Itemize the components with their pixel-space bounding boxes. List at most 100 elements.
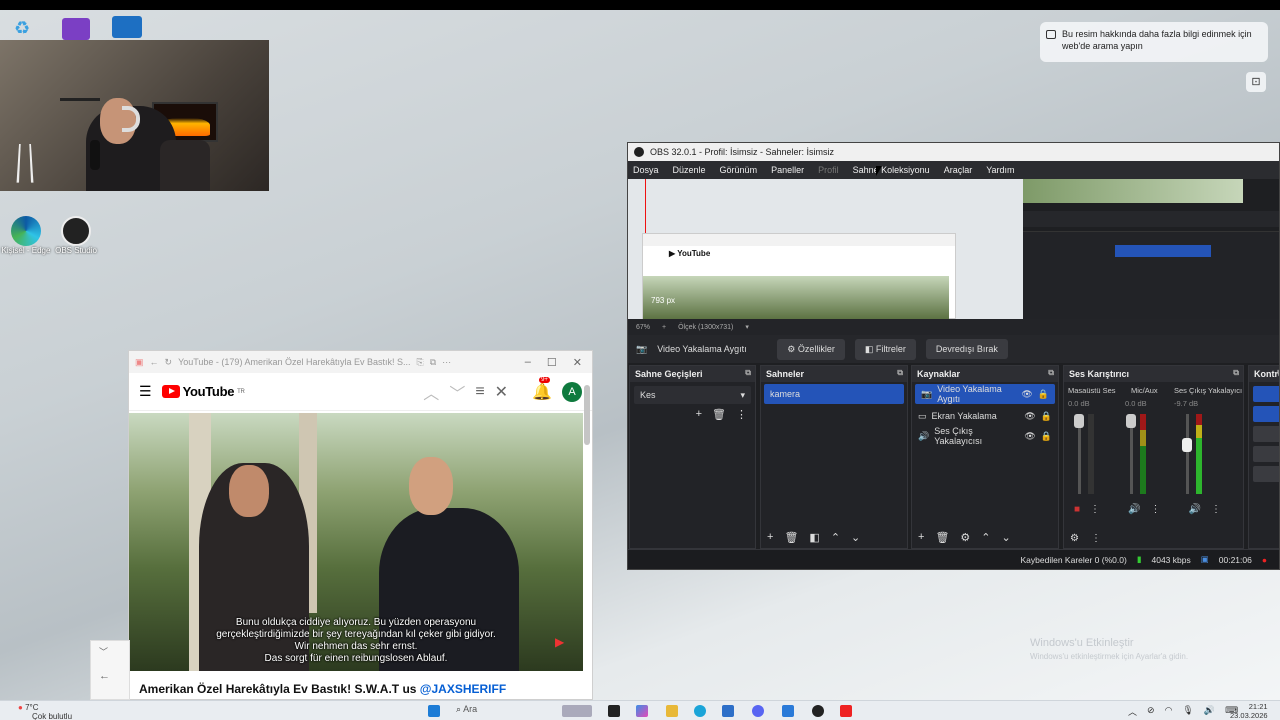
filter-icon[interactable]: ≡	[475, 383, 484, 401]
menu-profile[interactable]: Profil	[818, 165, 839, 175]
zoom-in-icon[interactable]: +	[662, 324, 666, 331]
notifications-icon[interactable]: 🔔 9+	[532, 376, 552, 402]
menu-view[interactable]: Görünüm	[720, 165, 758, 175]
volume-slider-knob[interactable]	[1182, 438, 1192, 452]
source-item[interactable]: 📷 Video Yakalama Aygıtı 👁 🔒	[915, 384, 1055, 404]
trash-icon[interactable]: 🗑	[784, 531, 798, 544]
filter-icon[interactable]: ◧	[809, 531, 819, 544]
copy-icon[interactable]: ⧉	[430, 357, 436, 368]
add-icon[interactable]: +	[767, 531, 773, 544]
studio-mode-button[interactable]	[1253, 446, 1279, 462]
virtual-camera-button[interactable]	[1253, 426, 1279, 442]
start-streaming-button[interactable]	[1253, 386, 1279, 402]
network-icon[interactable]: ⊘	[1147, 705, 1155, 718]
chevron-down-icon[interactable]: ﹀	[91, 641, 129, 662]
file-explorer-icon[interactable]	[666, 705, 678, 717]
eye-icon[interactable]: 👁	[1021, 389, 1032, 400]
recycle-bin-icon[interactable]: ♻	[14, 18, 36, 40]
close-icon[interactable]: ✕	[573, 356, 582, 369]
edge-icon[interactable]	[694, 705, 706, 717]
gear-icon[interactable]: ⚙	[1070, 533, 1079, 544]
deactivate-button[interactable]: Devredışı Bırak	[925, 339, 1008, 359]
remote-desktop-icon[interactable]	[782, 705, 794, 717]
source-item[interactable]: 🔊 Ses Çıkış Yakalayıcısı 👁 🔒	[912, 426, 1058, 446]
obs-preview[interactable]: ▶ YouTube 793 px	[628, 179, 1279, 320]
move-down-icon[interactable]: ⌄	[1002, 531, 1011, 544]
menu-scene-collection[interactable]: Sahne Koleksiyonu	[853, 165, 930, 175]
back-icon[interactable]: ←	[91, 662, 129, 690]
maximize-icon[interactable]: ☐	[547, 356, 557, 369]
task-view-icon[interactable]	[562, 705, 592, 717]
lock-icon[interactable]: 🔒	[1038, 389, 1049, 400]
minimize-icon[interactable]: –	[525, 356, 531, 369]
widgets-icon[interactable]	[608, 705, 620, 717]
menu-tools[interactable]: Araçlar	[944, 165, 973, 175]
properties-button[interactable]: ⚙ Özellikler	[777, 338, 845, 360]
move-down-icon[interactable]: ⌄	[851, 531, 860, 544]
zoom-level[interactable]: 67%	[636, 324, 650, 331]
settings-button[interactable]	[1253, 466, 1279, 482]
visual-search-tooltip[interactable]: Bu resim hakkında daha fazla bilgi edinm…	[1040, 22, 1268, 62]
video-player[interactable]: Bunu oldukça ciddiye alıyoruz. Bu yüzden…	[129, 413, 583, 671]
weather-widget[interactable]: ● 7°C Çok bulutlu	[18, 703, 72, 720]
copilot-icon[interactable]	[636, 705, 648, 717]
tab-title[interactable]: YouTube - (179) Amerikan Özel Harekâtıyl…	[178, 357, 410, 367]
more-icon[interactable]: ⋮	[736, 408, 747, 421]
more-icon[interactable]: ⋮	[1091, 533, 1101, 544]
volume-icon[interactable]: 🔊	[1204, 705, 1215, 718]
speaker-icon[interactable]: 🔊	[1128, 504, 1140, 515]
menu-edit[interactable]: Düzenle	[673, 165, 706, 175]
more-icon[interactable]: ⋮	[1151, 504, 1161, 515]
clock[interactable]: 21:21 23.03.2026	[1230, 702, 1268, 720]
trash-icon[interactable]: 🗑	[712, 408, 726, 421]
menu-file[interactable]: Dosya	[633, 165, 659, 175]
windows-start-icon[interactable]	[428, 705, 440, 717]
back-icon[interactable]: ←	[150, 357, 159, 367]
more-icon[interactable]: ⋮	[1090, 504, 1100, 515]
chevron-up-icon[interactable]: ︿	[1128, 705, 1137, 718]
more-icon[interactable]: ⋮	[1211, 504, 1221, 515]
channel-handle[interactable]: @JAXSHERIFF	[420, 682, 506, 696]
wifi-icon[interactable]: ◠	[1165, 705, 1173, 718]
this-pc-icon[interactable]	[112, 16, 142, 38]
menu-icon[interactable]: ☰	[139, 383, 152, 400]
lock-icon[interactable]: 🔒	[1041, 431, 1052, 442]
filters-button[interactable]: ◧ Filtreler	[854, 338, 916, 360]
eye-icon[interactable]: 👁	[1024, 411, 1035, 422]
volume-slider-track[interactable]	[1186, 414, 1189, 494]
start-recording-button[interactable]	[1253, 406, 1279, 422]
desktop-icon-obs[interactable]: OBS Studio	[46, 216, 106, 255]
mute-desktop-icon[interactable]: ■	[1074, 504, 1080, 515]
speaker-icon[interactable]: 🔊	[1189, 504, 1201, 515]
source-item[interactable]: ▭ Ekran Yakalama 👁 🔒	[912, 406, 1058, 426]
obs-icon[interactable]	[812, 705, 824, 717]
menu-help[interactable]: Yardım	[986, 165, 1014, 175]
more-icon[interactable]: ⋯	[442, 357, 451, 368]
visual-search-icon[interactable]: ⊡	[1246, 72, 1266, 92]
scene-item[interactable]: kamera	[764, 384, 904, 404]
transition-select[interactable]: Kes ▾	[634, 386, 751, 404]
chevron-up-icon[interactable]: ︿	[423, 380, 439, 404]
menu-docks[interactable]: Paneller	[771, 165, 804, 175]
add-icon[interactable]: +	[918, 531, 924, 544]
add-icon[interactable]: +	[696, 408, 702, 421]
volume-slider-knob[interactable]	[1074, 414, 1084, 428]
youtube-logo[interactable]: YouTube TR	[161, 384, 245, 399]
page-icon[interactable]: ⎘	[417, 357, 424, 368]
gear-icon[interactable]: ⚙	[960, 531, 970, 544]
volume-slider-knob[interactable]	[1126, 414, 1136, 428]
mail-icon[interactable]	[722, 705, 734, 717]
move-up-icon[interactable]: ⌃	[831, 531, 840, 544]
chevron-down-icon[interactable]: ﹀	[449, 380, 465, 404]
eye-icon[interactable]: 👁	[1024, 431, 1035, 442]
search-box[interactable]: ⌕ Ara	[456, 704, 556, 718]
lock-icon[interactable]: 🔒	[1041, 411, 1052, 422]
browser-scrollbar[interactable]	[584, 385, 590, 445]
discord-icon[interactable]	[752, 705, 764, 717]
video-editor-icon[interactable]	[62, 18, 90, 40]
avatar[interactable]: A	[562, 381, 582, 402]
reload-icon[interactable]: ↻	[165, 357, 173, 368]
close-find-icon[interactable]: ✕	[495, 382, 508, 402]
scale-dropdown-icon[interactable]: ▾	[745, 323, 749, 331]
youtube-icon[interactable]	[840, 705, 852, 717]
